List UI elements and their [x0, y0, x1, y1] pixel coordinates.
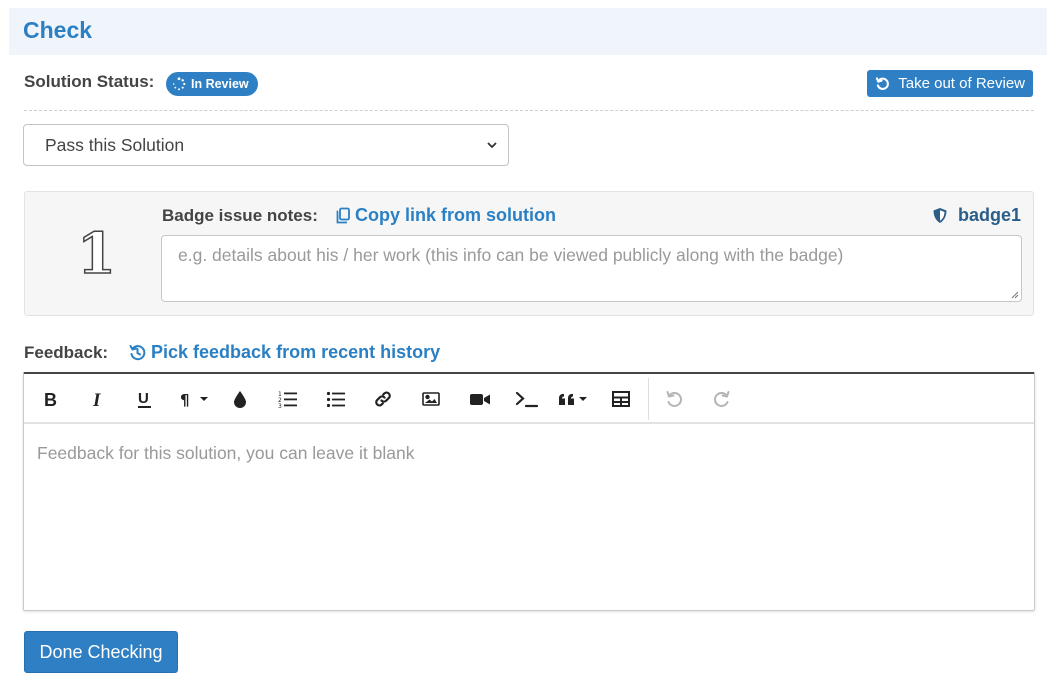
- divider: [24, 110, 1034, 111]
- image-icon: [422, 392, 440, 406]
- code-icon: [515, 391, 539, 408]
- badge-panel: 1 Badge issue notes: Copy link from solu…: [24, 191, 1034, 316]
- decision-select[interactable]: Pass this Solution: [23, 124, 509, 166]
- unordered-list-icon: [326, 391, 345, 408]
- decision-select-value: Pass this Solution: [45, 134, 185, 155]
- status-badge: In Review: [166, 72, 258, 96]
- badge-name-text: badge1: [957, 205, 1021, 225]
- table-icon: [612, 391, 630, 407]
- svg-text:U: U: [138, 390, 149, 407]
- badge-number: 1: [76, 221, 116, 287]
- status-badge-text: In Review: [191, 77, 249, 91]
- copy-link-label: Copy link from solution: [355, 205, 556, 225]
- toolbar-separator: [648, 378, 649, 420]
- quote-dropdown[interactable]: [557, 386, 593, 412]
- page-title: Check: [23, 17, 93, 43]
- check-header: Check: [9, 8, 1047, 55]
- link-icon: [375, 391, 391, 407]
- badge-notes-textarea[interactable]: e.g. details about his / her work (this …: [161, 235, 1022, 302]
- badge-notes-placeholder: e.g. details about his / her work (this …: [178, 245, 844, 265]
- underline-icon: U: [138, 390, 151, 408]
- pick-feedback-history-label: Pick feedback from recent history: [151, 342, 441, 362]
- redo-icon: [714, 391, 730, 407]
- quote-icon: [558, 393, 587, 405]
- badge-notes-label: Badge issue notes:: [162, 206, 318, 225]
- feedback-placeholder: Feedback for this solution, you can leav…: [37, 443, 415, 463]
- editor-toolbar: B I U ¶ 123: [24, 374, 1034, 424]
- svg-text:¶: ¶: [180, 391, 190, 409]
- history-icon: [129, 345, 146, 361]
- code-button[interactable]: [514, 386, 540, 412]
- feedback-label: Feedback:: [24, 343, 109, 362]
- undo-icon: [876, 77, 890, 90]
- italic-button[interactable]: I: [87, 386, 109, 412]
- svg-text:B: B: [44, 390, 57, 409]
- redo-button[interactable]: [711, 386, 733, 412]
- unordered-list-button[interactable]: [325, 386, 347, 412]
- feedback-editor: B I U ¶ 123 Feedback for this solution, …: [23, 372, 1035, 611]
- table-button[interactable]: [610, 386, 632, 412]
- pick-feedback-history-button[interactable]: Pick feedback from recent history: [129, 342, 440, 363]
- ordered-list-icon: 123: [278, 391, 297, 409]
- bold-icon: B: [44, 390, 57, 409]
- chevron-down-icon: [487, 142, 497, 149]
- svg-text:3: 3: [278, 403, 282, 409]
- spinner-icon: [172, 77, 186, 91]
- copy-link-button[interactable]: Copy link from solution: [335, 205, 556, 226]
- text-color-button[interactable]: [230, 386, 250, 412]
- ordered-list-button[interactable]: 123: [277, 386, 299, 412]
- svg-text:I: I: [92, 390, 101, 409]
- link-button[interactable]: [372, 386, 394, 412]
- take-out-of-review-label: Take out of Review: [898, 75, 1025, 92]
- image-button[interactable]: [420, 386, 442, 412]
- badge-name: badge1: [932, 205, 1021, 226]
- undo-button[interactable]: [663, 386, 685, 412]
- undo-icon: [666, 391, 682, 407]
- color-drop-icon: [234, 391, 246, 408]
- status-label: Solution Status:: [24, 72, 155, 91]
- video-button[interactable]: [468, 386, 492, 412]
- feedback-textarea[interactable]: Feedback for this solution, you can leav…: [24, 426, 1034, 611]
- shield-icon: [933, 208, 947, 223]
- status-row: Solution Status: In Review Take out of R…: [24, 70, 1034, 98]
- copy-icon: [336, 207, 350, 224]
- underline-button[interactable]: U: [134, 386, 156, 412]
- take-out-of-review-button[interactable]: Take out of Review: [867, 70, 1033, 97]
- paragraph-icon: ¶: [180, 391, 208, 409]
- italic-icon: I: [92, 390, 101, 409]
- paragraph-dropdown[interactable]: ¶: [178, 386, 214, 412]
- resize-handle-icon[interactable]: [1009, 289, 1019, 299]
- bold-button[interactable]: B: [40, 386, 62, 412]
- video-icon: [470, 394, 490, 405]
- done-checking-button[interactable]: Done Checking: [24, 631, 178, 673]
